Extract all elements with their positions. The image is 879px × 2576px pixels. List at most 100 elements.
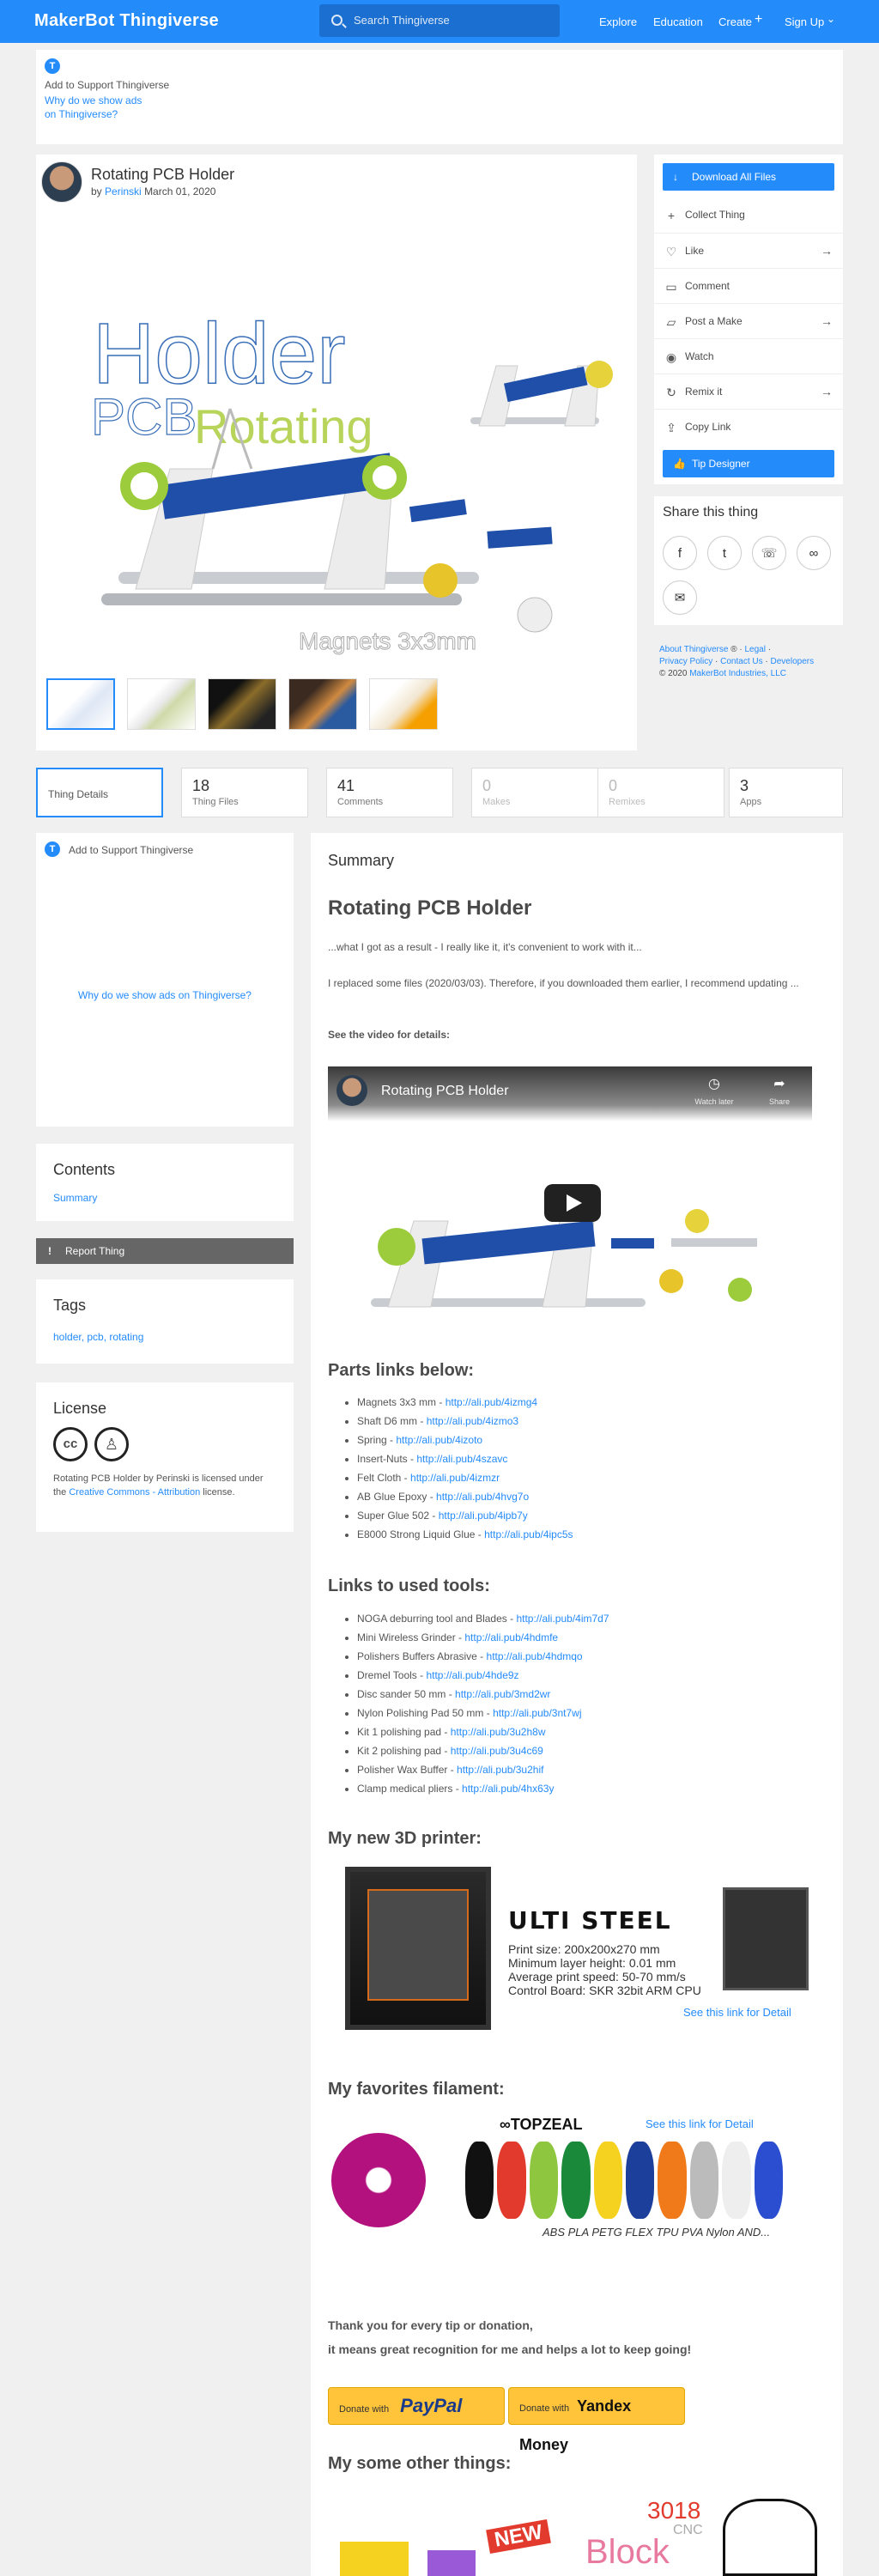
avatar[interactable]	[41, 161, 82, 203]
donate-yandex-button[interactable]: Donate with Yandex Money	[508, 2387, 685, 2453]
contact-link[interactable]: Contact Us	[720, 657, 762, 666]
license-title: License	[53, 1400, 107, 1417]
tab-remixes[interactable]: 0 Remixes	[597, 768, 724, 817]
post-make-button[interactable]: ▱ Post a Make →	[654, 303, 843, 338]
whatsapp-icon[interactable]: ☏	[752, 536, 786, 570]
filament-detail-link[interactable]: See this link for Detail	[646, 2117, 754, 2130]
logo-thingiverse: Thingiverse	[119, 11, 219, 30]
tool-link[interactable]: http://ali.pub/4im7d7	[516, 1613, 609, 1625]
legal-link[interactable]: Legal	[744, 645, 765, 654]
tool-link[interactable]: http://ali.pub/4hdmqo	[487, 1650, 583, 1662]
watch-button[interactable]: ◉ Watch	[654, 338, 843, 374]
privacy-link[interactable]: Privacy Policy	[659, 657, 712, 666]
part-link[interactable]: http://ali.pub/4ipc5s	[484, 1528, 573, 1540]
tools-list: NOGA deburring tool and Blades - http://…	[328, 1609, 826, 1798]
tool-link[interactable]: http://ali.pub/3u2hif	[457, 1764, 543, 1776]
report-thing-button[interactable]: ! Report Thing	[36, 1238, 294, 1264]
thanks-line-1: Thank you for every tip or donation,	[328, 2318, 533, 2332]
tool-link[interactable]: http://ali.pub/3md2wr	[455, 1688, 550, 1700]
side-ad-why-link[interactable]: Why do we show ads on Thingiverse?	[36, 989, 294, 1001]
about-link[interactable]: About Thingiverse	[659, 645, 728, 654]
tool-link[interactable]: http://ali.pub/4hdmfe	[464, 1631, 558, 1643]
thumbnail-2[interactable]	[127, 678, 196, 730]
other-things-banner[interactable]: NEW Block 3018 CNC	[328, 2490, 826, 2576]
printer-name: ULTI STEEL	[508, 1906, 672, 1935]
list-item: AB Glue Epoxy - http://ali.pub/4hvg7o	[357, 1487, 826, 1506]
holder-small	[470, 361, 613, 427]
email-icon[interactable]: ✉	[663, 580, 697, 615]
side-ad-support-text: Add to Support Thingiverse	[69, 844, 194, 856]
tip-designer-button[interactable]: 👍 Tip Designer	[663, 450, 834, 477]
logo-makerbot: MakerBot	[34, 11, 115, 30]
list-item: Mini Wireless Grinder - http://ali.pub/4…	[357, 1628, 826, 1647]
tool-link[interactable]: http://ali.pub/4hx63y	[462, 1783, 554, 1795]
twitter-icon[interactable]: t	[707, 536, 742, 570]
copy-link-button[interactable]: ⇪ Copy Link	[654, 409, 843, 444]
tool-link[interactable]: http://ali.pub/3u2h8w	[451, 1726, 546, 1738]
link-icon[interactable]: ∞	[797, 536, 831, 570]
thumbnail-1[interactable]	[46, 678, 115, 730]
thing-title: Rotating PCB Holder	[91, 166, 235, 183]
tags-list[interactable]: holder, pcb, rotating	[53, 1331, 143, 1343]
summary-p2: I replaced some files (2020/03/03). Ther…	[328, 977, 799, 989]
part-link[interactable]: http://ali.pub/4izmg4	[446, 1396, 537, 1408]
part-link[interactable]: http://ali.pub/4szavc	[416, 1453, 507, 1465]
hero-word-pcb: PCB	[91, 388, 197, 446]
download-all-button[interactable]: ↓ Download All Files	[663, 163, 834, 191]
company-link[interactable]: MakerBot Industries, LLC	[689, 669, 786, 678]
tab-comments[interactable]: 41 Comments	[326, 768, 453, 817]
developers-link[interactable]: Developers	[771, 657, 815, 666]
part-link[interactable]: http://ali.pub/4hvg7o	[436, 1491, 529, 1503]
printer-banner[interactable]: ULTI STEEL Print size: 200x200x270 mm Mi…	[328, 1863, 826, 2035]
license-text: Rotating PCB Holder by Perinski is licen…	[53, 1473, 264, 1498]
new-badge: NEW	[486, 2518, 551, 2555]
remix-button[interactable]: ↻ Remix it →	[654, 374, 843, 409]
tab-thing-details[interactable]: Thing Details	[36, 768, 163, 817]
other-3018-text: 3018	[647, 2497, 701, 2524]
contents-panel: Contents Summary	[36, 1144, 294, 1221]
share-panel: Share this thing f t ☏ ∞ ✉	[654, 496, 843, 625]
tool-link[interactable]: http://ali.pub/3u4c69	[451, 1745, 543, 1757]
list-item: Kit 1 polishing pad - http://ali.pub/3u2…	[357, 1722, 826, 1741]
nav-explore[interactable]: Explore	[599, 15, 637, 28]
like-button[interactable]: ♡ Like →	[654, 233, 843, 268]
logo[interactable]: MakerBot Thingiverse	[34, 11, 219, 31]
nav-create[interactable]: Create	[718, 15, 752, 28]
ad-why-link-2[interactable]: on Thingiverse?	[45, 108, 118, 120]
video-embed[interactable]: Rotating PCB Holder ◷ Watch later ➦ Shar…	[328, 1066, 812, 1340]
tool-link[interactable]: http://ali.pub/4hde9z	[426, 1669, 518, 1681]
nav-education[interactable]: Education	[653, 15, 703, 28]
nav-sign-up[interactable]: Sign Up	[785, 15, 824, 28]
top-bar: MakerBot Thingiverse Search Thingiverse …	[0, 0, 879, 43]
thumbnail-3[interactable]	[208, 678, 276, 730]
side-ad: T Add to Support Thingiverse Why do we s…	[36, 833, 294, 1127]
tool-link[interactable]: http://ali.pub/3nt7wj	[493, 1707, 581, 1719]
search-input[interactable]: Search Thingiverse	[319, 4, 560, 37]
plus-icon[interactable]: +	[755, 12, 762, 27]
ad-why-link-1[interactable]: Why do we show ads	[45, 94, 142, 106]
facebook-icon[interactable]: f	[663, 536, 697, 570]
tab-thing-files[interactable]: 18 Thing Files	[181, 768, 308, 817]
author-link[interactable]: Perinski	[105, 185, 142, 197]
printer-small-image	[723, 1887, 809, 1990]
thumbnail-5[interactable]	[369, 678, 438, 730]
arrow-right-icon: →	[821, 244, 833, 258]
part-link[interactable]: http://ali.pub/4ipb7y	[439, 1510, 528, 1522]
tab-apps[interactable]: 3 Apps	[729, 768, 843, 817]
filament-banner[interactable]: ∞TOPZEAL See this link for Detail ABS PL…	[328, 2116, 826, 2245]
collect-thing-button[interactable]: + Collect Thing	[654, 197, 843, 233]
comment-button[interactable]: ▭ Comment	[654, 268, 843, 303]
tab-makes[interactable]: 0 Makes	[471, 768, 598, 817]
list-item: E8000 Strong Liquid Glue - http://ali.pu…	[357, 1525, 826, 1544]
list-item: Polishers Buffers Abrasive - http://ali.…	[357, 1647, 826, 1666]
chevron-down-icon[interactable]: ⌄	[827, 13, 835, 25]
donate-paypal-button[interactable]: Donate with PayPal	[328, 2387, 505, 2425]
part-link[interactable]: http://ali.pub/4izoto	[396, 1434, 482, 1446]
printer-detail-link[interactable]: See this link for Detail	[683, 2006, 791, 2019]
thumbnail-4[interactable]	[288, 678, 357, 730]
contents-summary-link[interactable]: Summary	[53, 1192, 97, 1204]
part-link[interactable]: http://ali.pub/4izmo3	[427, 1415, 518, 1427]
hero-image[interactable]: Holder PCB Rotating Magnets 3x3mm	[41, 211, 632, 666]
part-link[interactable]: http://ali.pub/4izmzr	[410, 1472, 500, 1484]
license-link[interactable]: Creative Commons - Attribution	[69, 1487, 200, 1498]
